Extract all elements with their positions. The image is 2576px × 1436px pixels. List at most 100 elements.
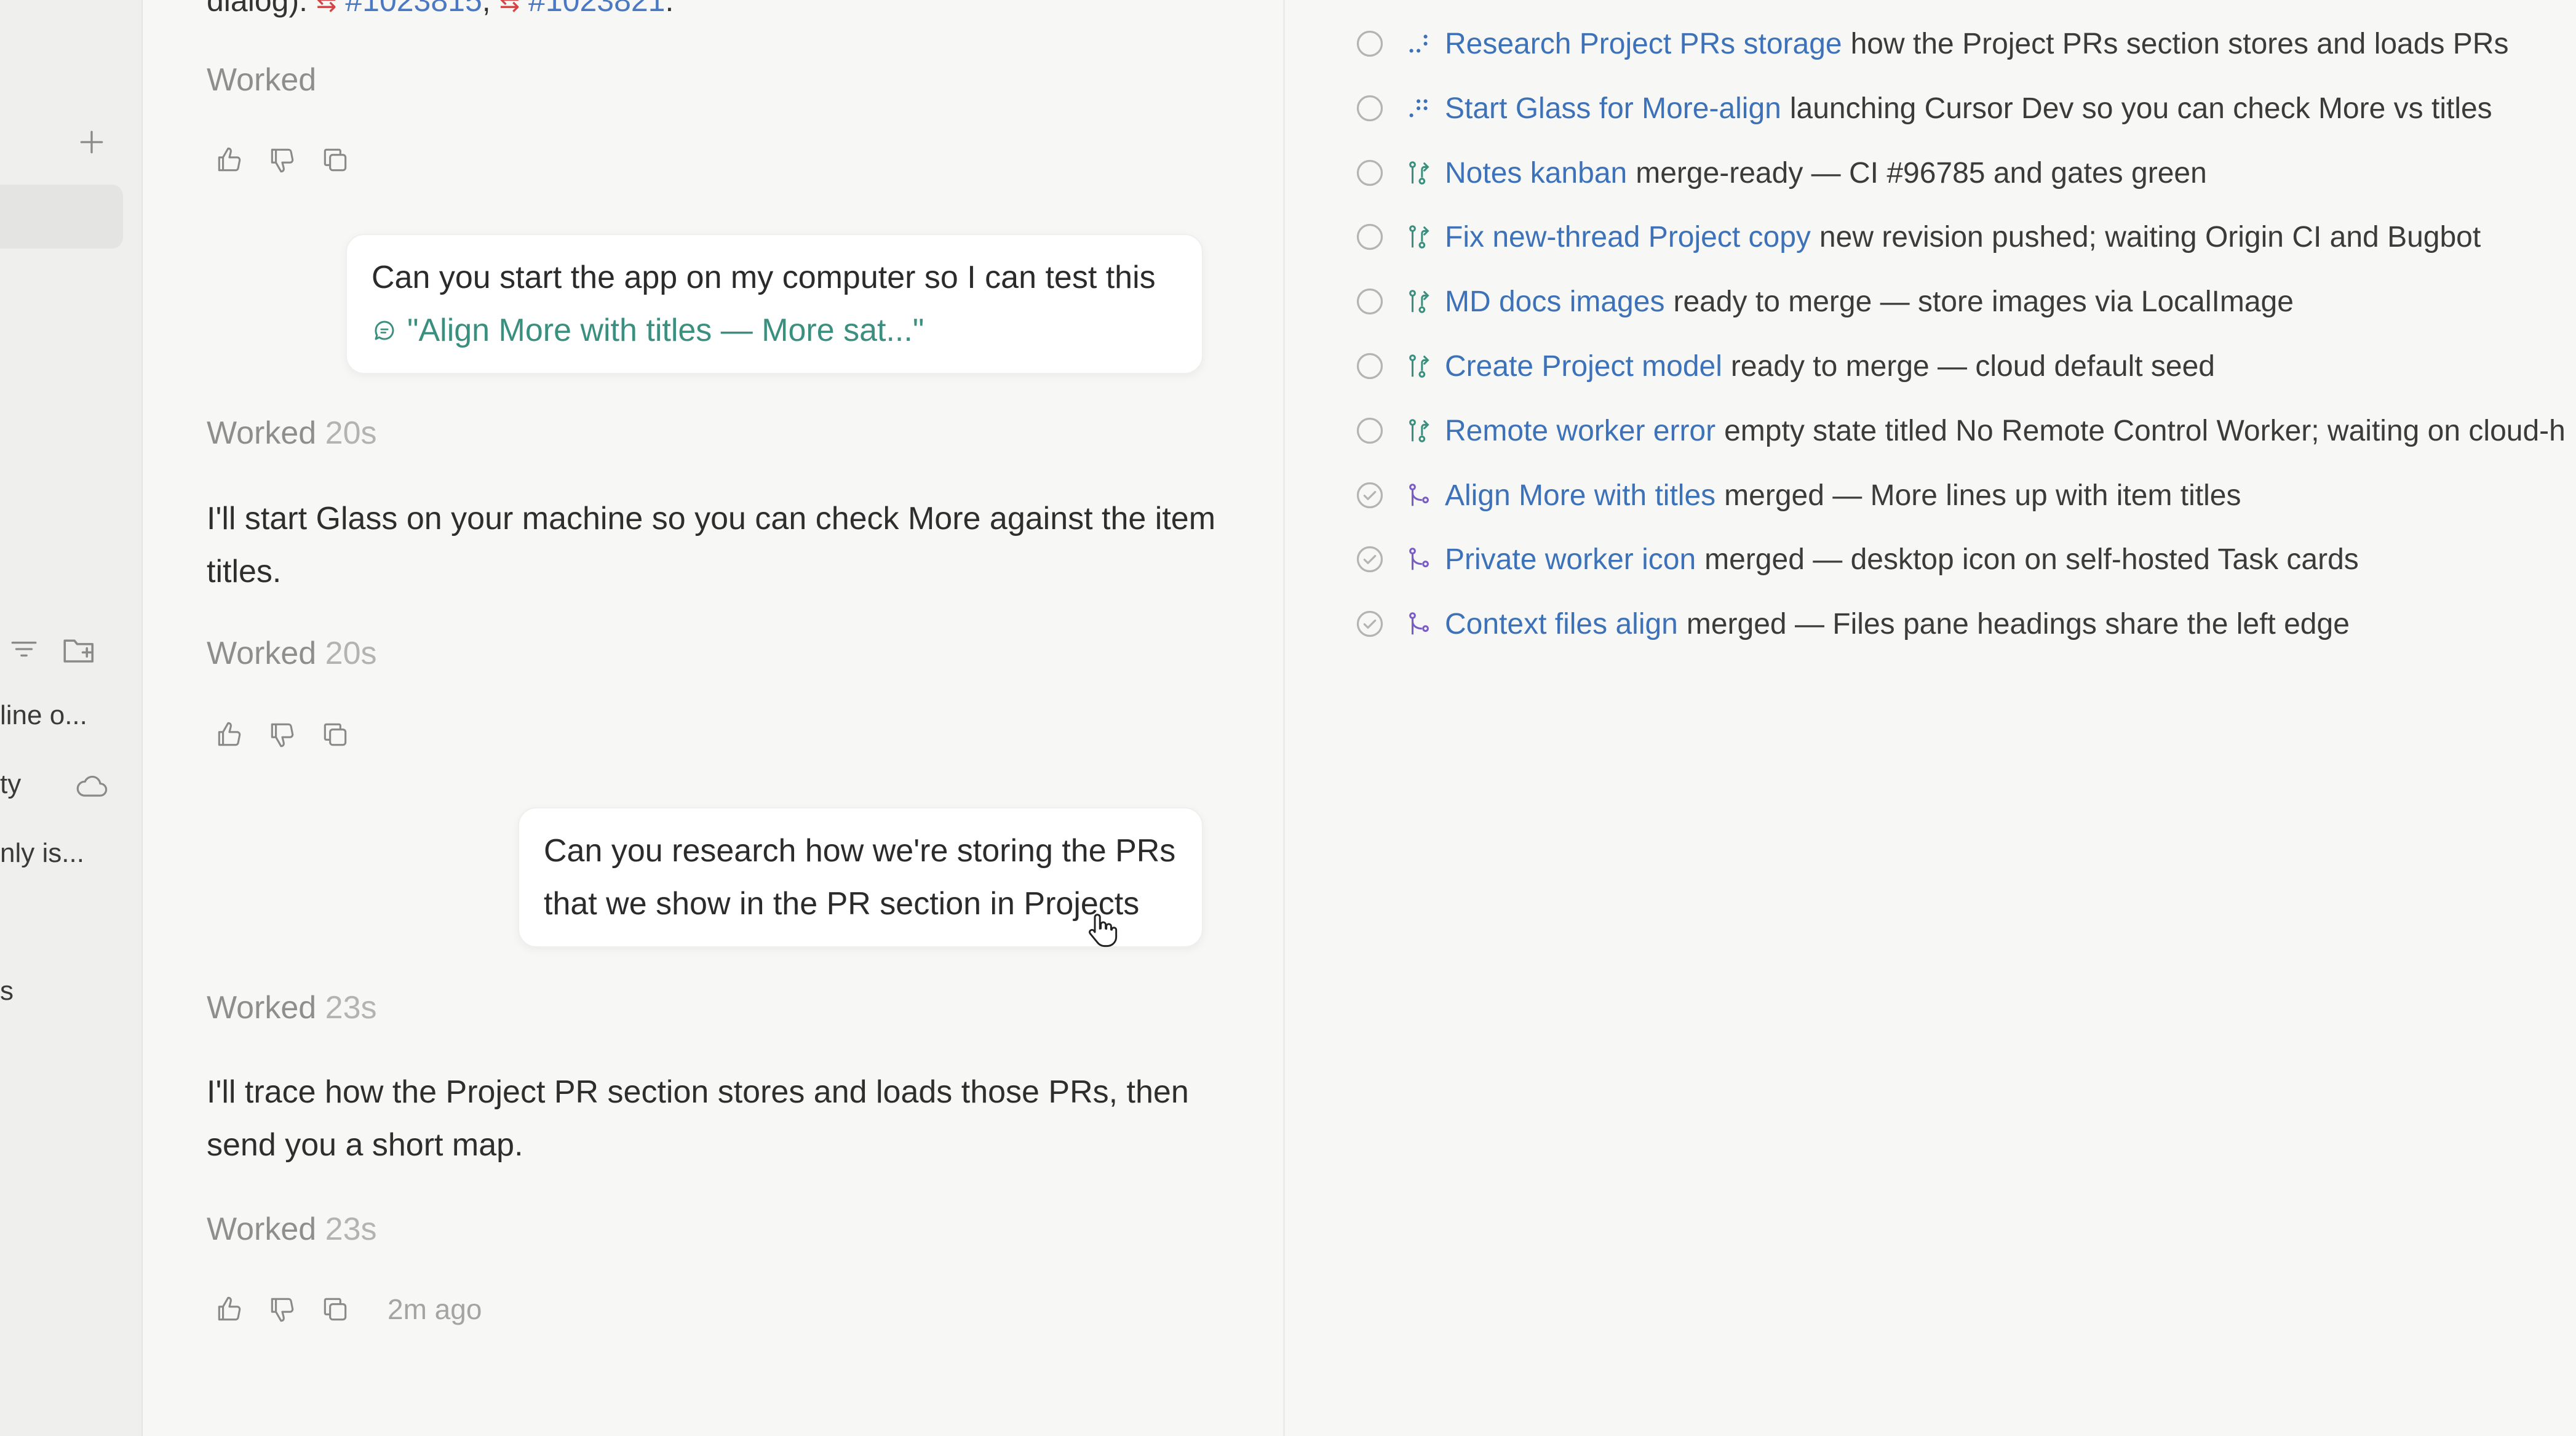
task-row[interactable]: Context files align merged — Files pane h… xyxy=(1354,602,2350,645)
task-description: ready to merge — store images via LocalI… xyxy=(1673,285,2294,318)
merged-icon xyxy=(1409,484,1429,506)
task-description: ready to merge — cloud default seed xyxy=(1730,349,2215,383)
user-message-text: Can you research how we're storing the P… xyxy=(544,833,1176,922)
open-circle-icon[interactable] xyxy=(1354,157,1386,189)
task-description: merged — Files pane headings share the l… xyxy=(1686,607,2350,640)
user-message-text: Can you start the app on my computer so … xyxy=(372,260,1156,295)
check-circle-icon[interactable] xyxy=(1354,479,1386,511)
thumbs-up-icon[interactable] xyxy=(214,1294,245,1325)
task-row[interactable]: Private worker icon merged — desktop icon… xyxy=(1354,538,2359,581)
thumbs-down-icon[interactable] xyxy=(267,145,298,175)
sidebar-item-4[interactable]: s xyxy=(0,976,14,1007)
task-description: empty state titled No Remote Control Wor… xyxy=(1724,414,2566,447)
tail-text: dialog): xyxy=(207,0,308,18)
worked-label[interactable]: Worked 23s xyxy=(207,1211,377,1248)
pull-request-icon xyxy=(1409,290,1429,313)
thumbs-up-icon[interactable] xyxy=(214,719,245,750)
tasks-panel: Research Project PRs storage how the Proj… xyxy=(1285,0,2576,1436)
worked-duration: 20s xyxy=(325,415,377,451)
task-title-link[interactable]: Notes kanban xyxy=(1445,156,1627,190)
task-row[interactable]: Fix new-thread Project copy new revision … xyxy=(1354,215,2481,258)
task-row[interactable]: Create Project model ready to merge — clo… xyxy=(1354,345,2215,388)
hand-pointer-cursor-icon xyxy=(1089,914,1118,947)
open-circle-icon[interactable] xyxy=(1354,221,1386,253)
message-actions: 2m ago xyxy=(214,1292,482,1326)
task-description: how the Project PRs section stores and l… xyxy=(1850,27,2509,60)
separator: , xyxy=(482,0,491,18)
open-circle-icon[interactable] xyxy=(1354,92,1386,124)
pull-request-icon xyxy=(1409,225,1429,249)
user-message-bubble: Can you start the app on my computer so … xyxy=(346,234,1203,374)
task-title-link[interactable]: Fix new-thread Project copy xyxy=(1445,220,1811,254)
pull-request-icon xyxy=(1409,161,1429,185)
worked-label[interactable]: Worked xyxy=(207,62,316,98)
sidebar: line o... ty nly is... s xyxy=(0,0,143,1436)
open-circle-icon[interactable] xyxy=(1354,350,1386,382)
task-row[interactable]: Notes kanban merge-ready — CI #96785 and … xyxy=(1354,151,2207,194)
task-row[interactable]: Research Project PRs storage how the Proj… xyxy=(1354,22,2508,65)
thumbs-up-icon[interactable] xyxy=(214,145,245,175)
quoted-reference[interactable]: "Align More with titles — More sat..." xyxy=(372,304,1177,357)
comment-icon xyxy=(375,321,394,340)
check-circle-icon[interactable] xyxy=(1354,608,1386,640)
research-icon xyxy=(1409,34,1428,53)
worked-text: Worked xyxy=(207,62,317,98)
copy-icon[interactable] xyxy=(320,145,351,175)
assistant-message: I'll start Glass on your machine so you … xyxy=(207,501,1216,589)
pull-request-icon xyxy=(1409,419,1429,442)
new-folder-icon[interactable] xyxy=(62,634,98,667)
previous-message-tail: dialog): ⇆ #1023815, ⇆ #1023821. xyxy=(207,0,674,18)
copy-icon[interactable] xyxy=(320,1294,351,1325)
thumbs-down-icon[interactable] xyxy=(267,719,298,750)
sidebar-item-2[interactable]: ty xyxy=(0,769,21,800)
task-row[interactable]: Start Glass for More-align launching Curs… xyxy=(1354,87,2492,130)
pr-icon: ⇆ xyxy=(316,0,337,17)
plus-icon[interactable] xyxy=(76,127,107,158)
message-timestamp: 2m ago xyxy=(388,1293,482,1325)
merged-icon xyxy=(1409,612,1429,635)
worked-label[interactable]: Worked 23s xyxy=(207,989,377,1026)
task-title-link[interactable]: Create Project model xyxy=(1445,349,1722,383)
task-title-link[interactable]: Context files align xyxy=(1445,607,1678,641)
task-title-link[interactable]: Align More with titles xyxy=(1445,479,1715,513)
worked-text: Worked xyxy=(207,990,317,1026)
task-title-link[interactable]: Start Glass for More-align xyxy=(1445,92,1781,126)
task-description: new revision pushed; waiting Origin CI a… xyxy=(1819,220,2481,253)
copy-icon[interactable] xyxy=(320,719,351,750)
task-title-link[interactable]: Private worker icon xyxy=(1445,543,1696,576)
open-circle-icon[interactable] xyxy=(1354,415,1386,447)
worked-duration: 23s xyxy=(325,1211,377,1247)
worked-text: Worked xyxy=(207,1211,317,1247)
task-row[interactable]: Remote worker error empty state titled No… xyxy=(1354,409,2566,452)
open-circle-icon[interactable] xyxy=(1354,285,1386,317)
task-description: merged — desktop icon on self-hosted Tas… xyxy=(1704,543,2359,576)
pr-link[interactable]: #1023815 xyxy=(345,0,482,18)
task-title-link[interactable]: Remote worker error xyxy=(1445,414,1715,448)
worked-duration: 20s xyxy=(325,636,377,671)
merged-icon xyxy=(1409,548,1429,570)
worked-label[interactable]: Worked 20s xyxy=(207,635,377,672)
task-title-link[interactable]: Research Project PRs storage xyxy=(1445,27,1842,61)
task-row[interactable]: MD docs images ready to merge — store ima… xyxy=(1354,280,2294,323)
message-actions xyxy=(214,143,351,177)
chat-thread: dialog): ⇆ #1023815, ⇆ #1023821. Worked … xyxy=(143,0,1283,1436)
task-description: merged — More lines up with item titles xyxy=(1724,479,2241,512)
thumbs-down-icon[interactable] xyxy=(267,1294,298,1325)
sidebar-item-3[interactable]: nly is... xyxy=(0,838,84,869)
task-description: merge-ready — CI #96785 and gates green xyxy=(1636,156,2207,189)
assistant-message: I'll trace how the Project PR section st… xyxy=(207,1074,1189,1163)
task-row[interactable]: Align More with titles merged — More line… xyxy=(1354,474,2241,517)
task-title-link[interactable]: MD docs images xyxy=(1445,285,1664,319)
sidebar-active-item[interactable] xyxy=(0,185,123,249)
open-circle-icon[interactable] xyxy=(1354,28,1386,60)
start-icon xyxy=(1409,99,1428,118)
worked-label[interactable]: Worked 20s xyxy=(207,415,377,452)
check-circle-icon[interactable] xyxy=(1354,543,1386,575)
message-actions xyxy=(214,717,351,752)
cloud-icon xyxy=(76,775,108,797)
worked-text: Worked xyxy=(207,636,317,671)
filter-icon[interactable] xyxy=(9,634,39,664)
sidebar-item-1[interactable]: line o... xyxy=(0,700,87,731)
task-description: launching Cursor Dev so you can check Mo… xyxy=(1789,92,2492,125)
pr-link[interactable]: #1023821 xyxy=(528,0,665,18)
